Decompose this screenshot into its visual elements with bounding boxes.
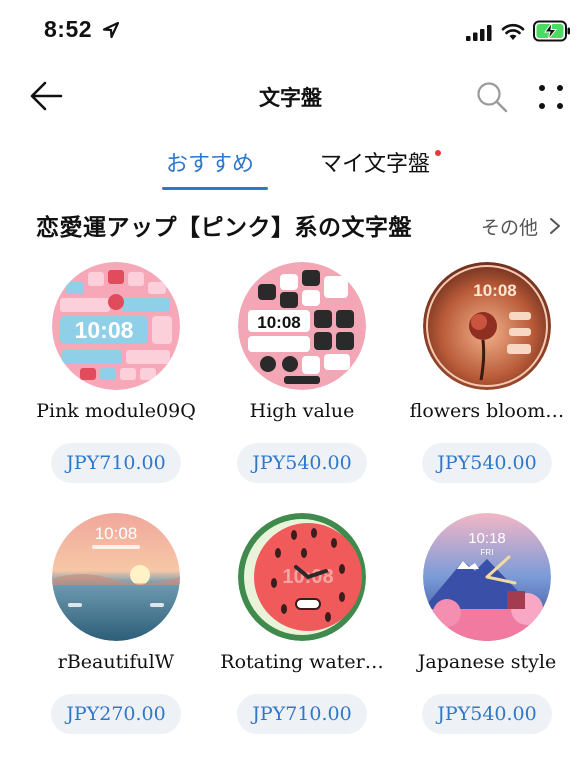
watch-face-card[interactable]: 10:08 Pink module09Q JPY710.00 bbox=[26, 262, 206, 483]
face-time-text: 10:08 bbox=[473, 281, 516, 300]
watch-face-card[interactable]: 10:08 Rotating water… JPY710.00 bbox=[212, 513, 392, 734]
watch-face-card[interactable]: 10:08 flowers bloom… JPY540.00 bbox=[397, 262, 577, 483]
face-time-text: 10:08 bbox=[75, 317, 134, 343]
watch-face-preview[interactable]: 10:08 bbox=[52, 513, 180, 641]
search-icon[interactable] bbox=[475, 80, 509, 114]
face-time-text: 10:18 bbox=[468, 530, 506, 547]
price-button[interactable]: JPY270.00 bbox=[51, 694, 181, 734]
price-button[interactable]: JPY540.00 bbox=[422, 694, 552, 734]
tab-my-watch-faces[interactable]: マイ文字盤 bbox=[320, 146, 430, 178]
section-more-link[interactable]: その他 bbox=[481, 213, 538, 240]
watch-face-preview[interactable]: 10:08 bbox=[238, 513, 366, 641]
face-time-text: 10:08 bbox=[95, 524, 138, 543]
price-button[interactable]: JPY540.00 bbox=[422, 443, 552, 483]
watch-face-card[interactable]: 10:18 FRI Japanese style JPY540.00 bbox=[397, 513, 577, 734]
watch-face-preview[interactable]: 10:08 bbox=[423, 262, 551, 390]
section-title: 恋愛運アップ【ピンク】系の文字盤 bbox=[36, 214, 412, 241]
chevron-right-icon[interactable] bbox=[548, 216, 562, 236]
price-button[interactable]: JPY710.00 bbox=[237, 694, 367, 734]
more-options-icon[interactable] bbox=[537, 83, 565, 111]
watch-face-name: flowers bloom… bbox=[409, 400, 565, 422]
tab-recommended[interactable]: おすすめ bbox=[166, 146, 254, 178]
watch-face-preview[interactable]: 10:18 FRI bbox=[423, 513, 551, 641]
face-date-text: FRI bbox=[481, 548, 494, 557]
price-button[interactable]: JPY710.00 bbox=[51, 443, 181, 483]
cellular-signal-icon bbox=[466, 25, 492, 41]
watch-face-card[interactable]: 10:08 rBeautifulW JPY270.00 bbox=[26, 513, 206, 734]
battery-charging-icon bbox=[533, 20, 570, 42]
notification-dot bbox=[435, 150, 441, 156]
location-arrow-icon bbox=[102, 21, 120, 39]
wifi-icon bbox=[501, 23, 525, 40]
face-time-text: 10:08 bbox=[257, 313, 300, 332]
price-button[interactable]: JPY540.00 bbox=[237, 443, 367, 483]
watch-face-card[interactable]: 10:08 High value JPY540.00 bbox=[212, 262, 392, 483]
status-time: 8:52 bbox=[44, 16, 93, 42]
watch-face-name: Japanese style bbox=[417, 651, 557, 673]
active-tab-indicator bbox=[162, 187, 268, 190]
watch-face-preview[interactable]: 10:08 bbox=[238, 262, 366, 390]
watch-face-preview[interactable]: 10:08 bbox=[52, 262, 180, 390]
